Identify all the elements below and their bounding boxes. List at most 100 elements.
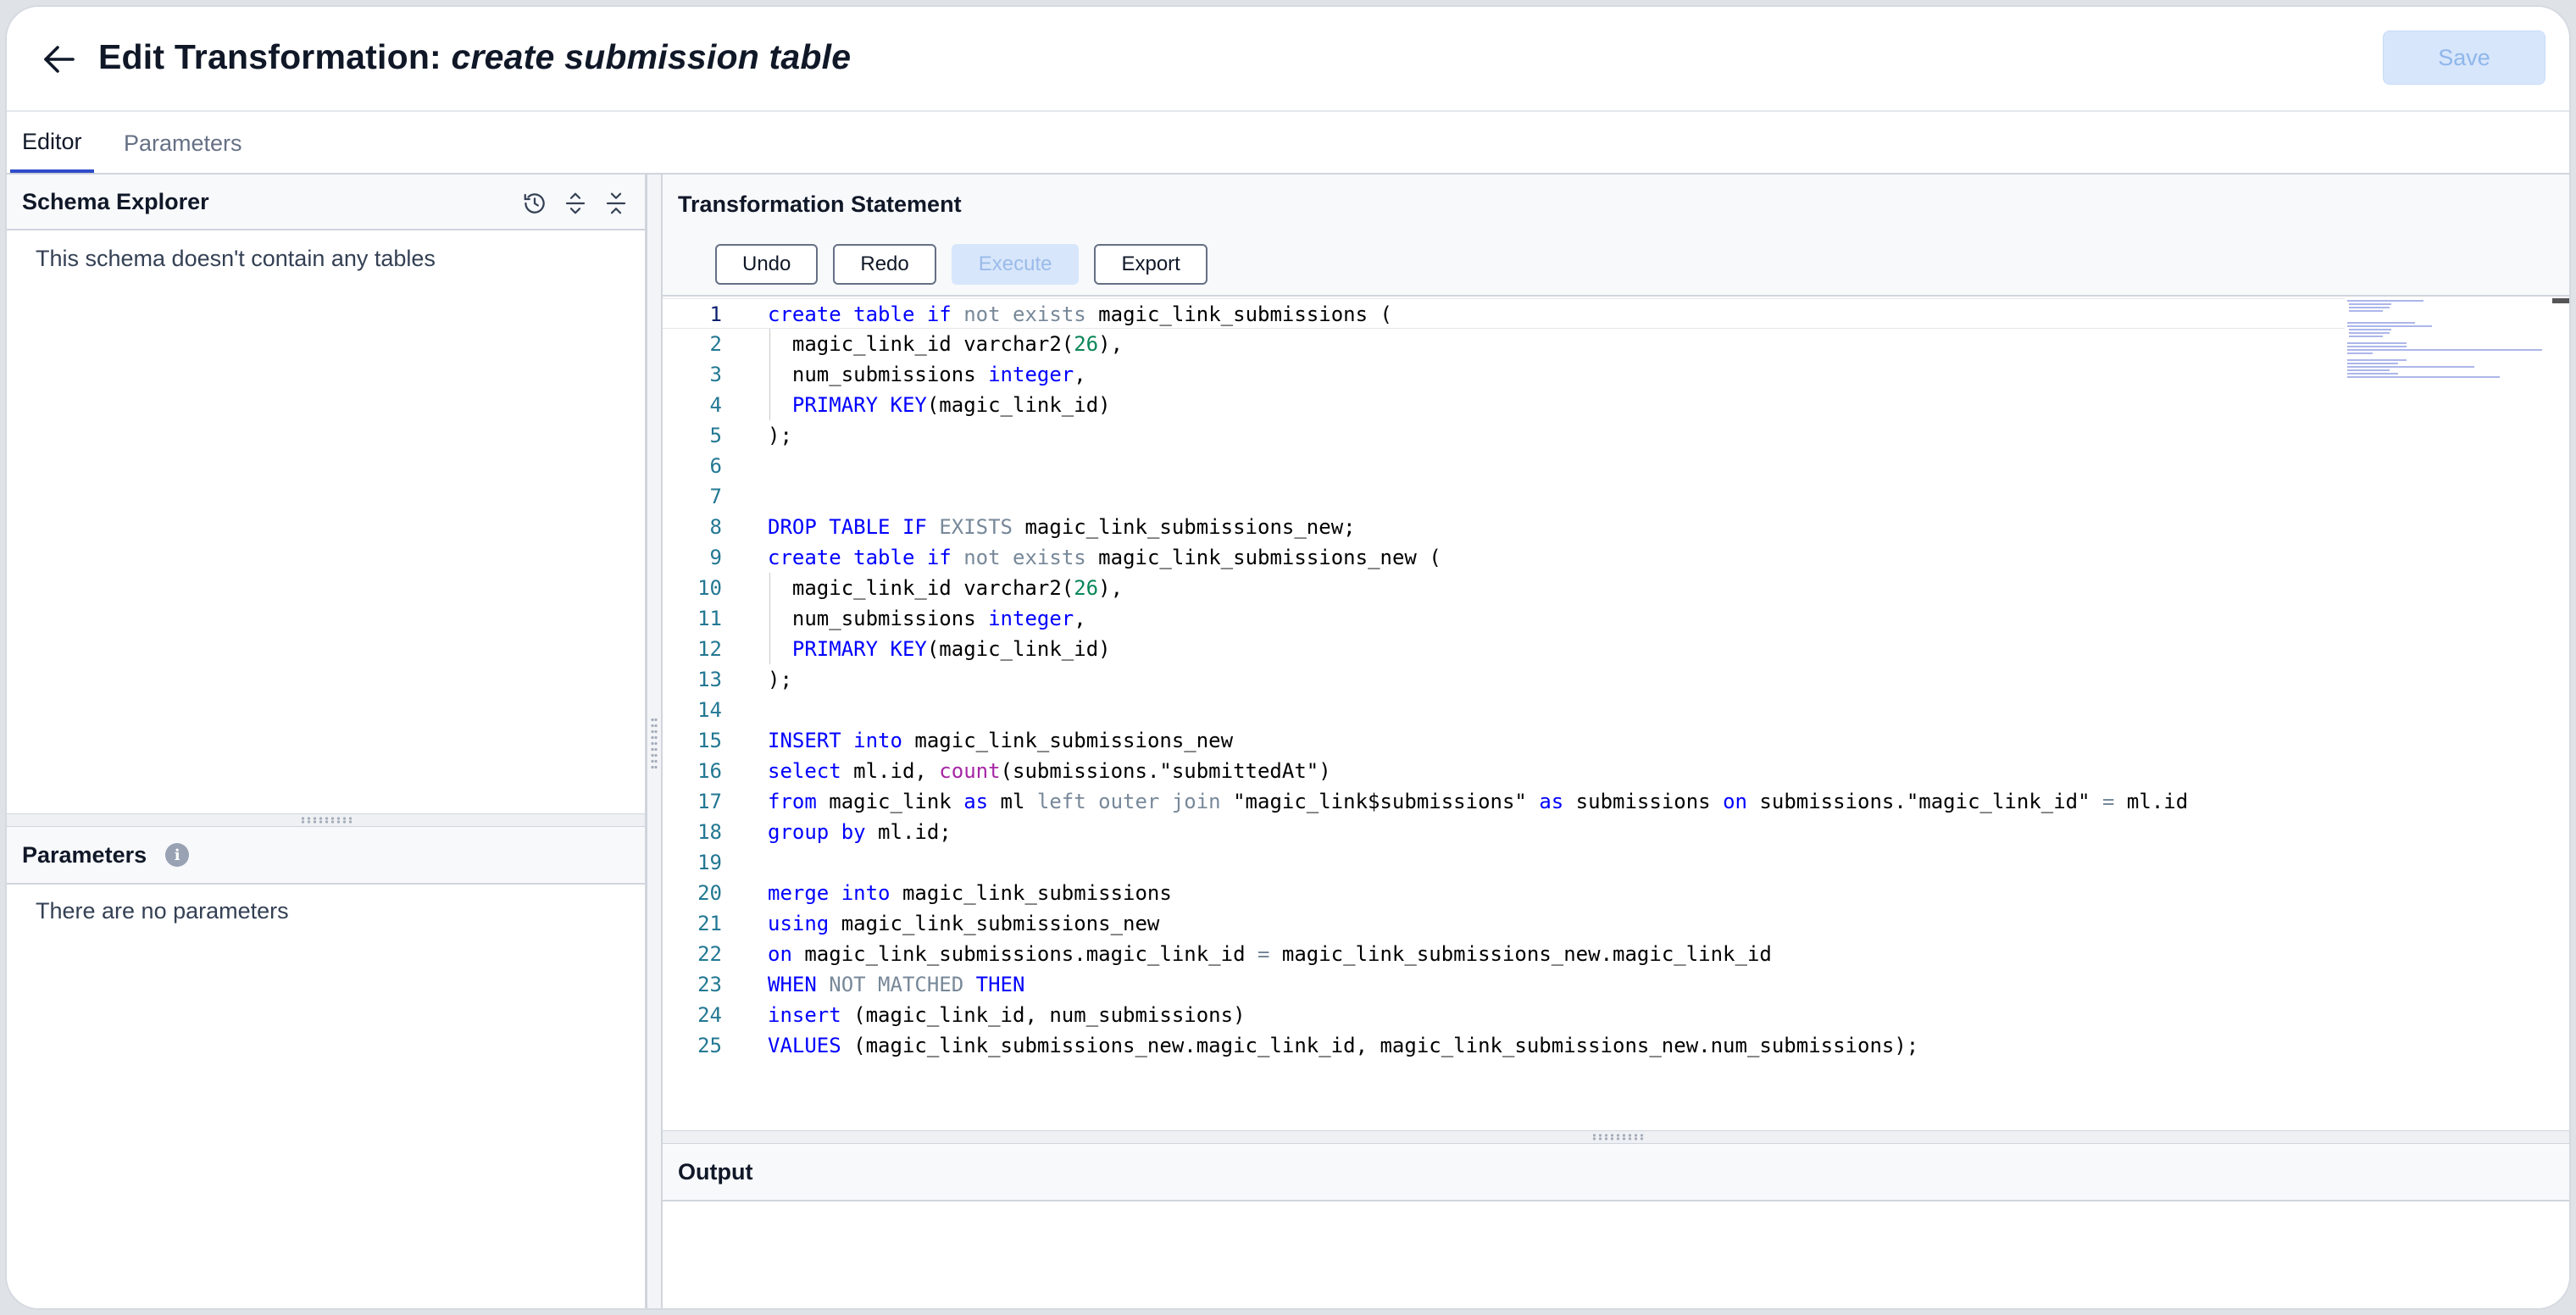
tab-editor[interactable]: Editor	[10, 114, 94, 173]
line-number: 15	[697, 729, 722, 752]
line-number: 3	[709, 363, 722, 386]
code-text: PRIMARY KEY(magic_link_id)	[791, 393, 1111, 417]
line-number: 24	[697, 1003, 722, 1027]
code-line[interactable]: 7	[663, 481, 2357, 512]
save-button[interactable]: Save	[2383, 31, 2545, 85]
arrow-left-icon	[44, 46, 75, 73]
redo-button[interactable]: Redo	[833, 244, 936, 285]
code-line[interactable]: 14	[663, 695, 2357, 725]
vertical-resize-handle[interactable]	[647, 175, 661, 1308]
code-line[interactable]: 17 from magic_link as ml left outer join …	[663, 786, 2357, 817]
code-line[interactable]: 20 merge into magic_link_submissions	[663, 878, 2357, 908]
app-window: Edit Transformation: create submission t…	[5, 5, 2571, 1310]
code-line[interactable]: 8 DROP TABLE IF EXISTS magic_link_submiss…	[663, 512, 2357, 542]
code-text: select ml.id, count(submissions."submitt…	[768, 759, 1331, 783]
line-number: 6	[709, 454, 722, 478]
editor-scrollbar[interactable]	[2552, 298, 2569, 303]
statement-title: Transformation Statement	[678, 191, 962, 217]
line-number: 17	[697, 790, 722, 813]
code-text: num_submissions integer,	[768, 363, 1086, 386]
line-number: 18	[697, 820, 722, 844]
code-minimap[interactable]	[2346, 298, 2549, 391]
back-button[interactable]	[36, 36, 83, 83]
page-header: Edit Transformation: create submission t…	[7, 7, 2569, 112]
code-line[interactable]: 13);	[663, 664, 2357, 695]
code-text: );	[768, 668, 792, 691]
right-panel: Transformation Statement Undo Redo Execu…	[661, 175, 2569, 1308]
line-number: 20	[697, 881, 722, 905]
editor-resize-handle[interactable]	[663, 1130, 2569, 1144]
line-number: 9	[709, 546, 722, 569]
transformation-name: create submission table	[451, 37, 852, 76]
code-text: INSERT into magic_link_submissions_new	[768, 729, 1234, 752]
code-text: from magic_link as ml left outer join "m…	[768, 790, 2189, 813]
code-line[interactable]: 25 VALUES (magic_link_submissions_new.mag…	[663, 1030, 2357, 1061]
code-text: magic_link_id varchar2(26),	[768, 576, 1124, 600]
line-number: 7	[709, 485, 722, 508]
code-line[interactable]: 3 num_submissions integer,	[663, 359, 2357, 390]
expand-all-icon[interactable]	[558, 186, 592, 220]
code-line[interactable]: 5);	[663, 420, 2357, 451]
parameters-empty-message: There are no parameters	[36, 898, 289, 924]
output-panel	[663, 1201, 2569, 1308]
code-line[interactable]: 19	[663, 847, 2357, 878]
code-line[interactable]: 23 WHEN NOT MATCHED THEN	[663, 969, 2357, 1000]
tab-parameters[interactable]: Parameters	[112, 114, 254, 173]
line-number: 19	[697, 851, 722, 874]
code-line[interactable]: 15 INSERT into magic_link_submissions_new	[663, 725, 2357, 756]
code-text: on magic_link_submissions.magic_link_id …	[768, 942, 1772, 966]
code-text: num_submissions integer,	[768, 607, 1086, 630]
code-line[interactable]: 24 insert (magic_link_id, num_submissions…	[663, 1000, 2357, 1030]
schema-explorer-header: Schema Explorer	[7, 175, 645, 230]
code-text: VALUES (magic_link_submissions_new.magic…	[768, 1034, 1919, 1057]
code-line[interactable]: 10 magic_link_id varchar2(26),	[663, 573, 2357, 603]
line-number: 13	[697, 668, 722, 691]
code-line[interactable]: 2 magic_link_id varchar2(26),	[663, 329, 2357, 359]
code-text: WHEN NOT MATCHED THEN	[768, 973, 1025, 996]
line-number: 12	[697, 637, 722, 661]
tab-bar: Editor Parameters	[7, 114, 2569, 175]
output-header: Output	[663, 1144, 2569, 1201]
code-line[interactable]: 4 PRIMARY KEY(magic_link_id)	[663, 390, 2357, 420]
code-line[interactable]: 18 group by ml.id;	[663, 817, 2357, 847]
line-number: 8	[709, 515, 722, 539]
code-editor[interactable]: 1 create table if not exists magic_link_s…	[663, 298, 2569, 1130]
page-title: Edit Transformation: create submission t…	[98, 37, 851, 77]
undo-button[interactable]: Undo	[715, 244, 819, 285]
code-line[interactable]: 6	[663, 451, 2357, 481]
code-line[interactable]: 21 using magic_link_submissions_new	[663, 908, 2357, 939]
code-line[interactable]: 22 on magic_link_submissions.magic_link_i…	[663, 939, 2357, 969]
code-line[interactable]: 11 num_submissions integer,	[663, 603, 2357, 634]
export-button[interactable]: Export	[1094, 244, 1208, 285]
code-text: PRIMARY KEY(magic_link_id)	[791, 637, 1111, 661]
code-text: insert (magic_link_id, num_submissions)	[768, 1003, 1246, 1027]
page-title-prefix: Edit Transformation:	[98, 37, 452, 76]
line-number: 5	[709, 424, 722, 447]
schema-explorer-title: Schema Explorer	[22, 188, 209, 214]
schema-empty-message: This schema doesn't contain any tables	[36, 246, 436, 271]
line-number: 2	[709, 332, 722, 356]
code-text: using magic_link_submissions_new	[768, 912, 1160, 935]
code-line[interactable]: 9 create table if not exists magic_link_s…	[663, 542, 2357, 573]
execute-button[interactable]: Execute	[951, 244, 1080, 285]
line-number: 14	[697, 698, 722, 722]
code-text: DROP TABLE IF EXISTS magic_link_submissi…	[768, 515, 1356, 539]
code-line[interactable]: 1 create table if not exists magic_link_s…	[663, 298, 2345, 329]
line-number: 16	[697, 759, 722, 783]
line-number: 22	[697, 942, 722, 966]
code-text: magic_link_id varchar2(26),	[768, 332, 1124, 356]
statement-header: Transformation Statement Undo Redo Execu…	[663, 175, 2569, 297]
line-number: 10	[697, 576, 722, 600]
code-line[interactable]: 12 PRIMARY KEY(magic_link_id)	[663, 634, 2357, 664]
history-clock-icon[interactable]	[518, 186, 552, 220]
line-number: 25	[697, 1034, 722, 1057]
code-line[interactable]: 16 select ml.id, count(submissions."submi…	[663, 756, 2357, 786]
collapse-all-icon[interactable]	[599, 186, 633, 220]
editor-toolbar: Undo Redo Execute Export	[715, 244, 1208, 285]
info-icon[interactable]: i	[165, 843, 190, 867]
code-text: create table if not exists magic_link_su…	[768, 302, 1392, 326]
parameters-header: Parameters i	[7, 827, 645, 885]
panel-resize-handle[interactable]	[7, 813, 645, 827]
output-title: Output	[678, 1158, 753, 1185]
code-text: );	[768, 424, 792, 447]
